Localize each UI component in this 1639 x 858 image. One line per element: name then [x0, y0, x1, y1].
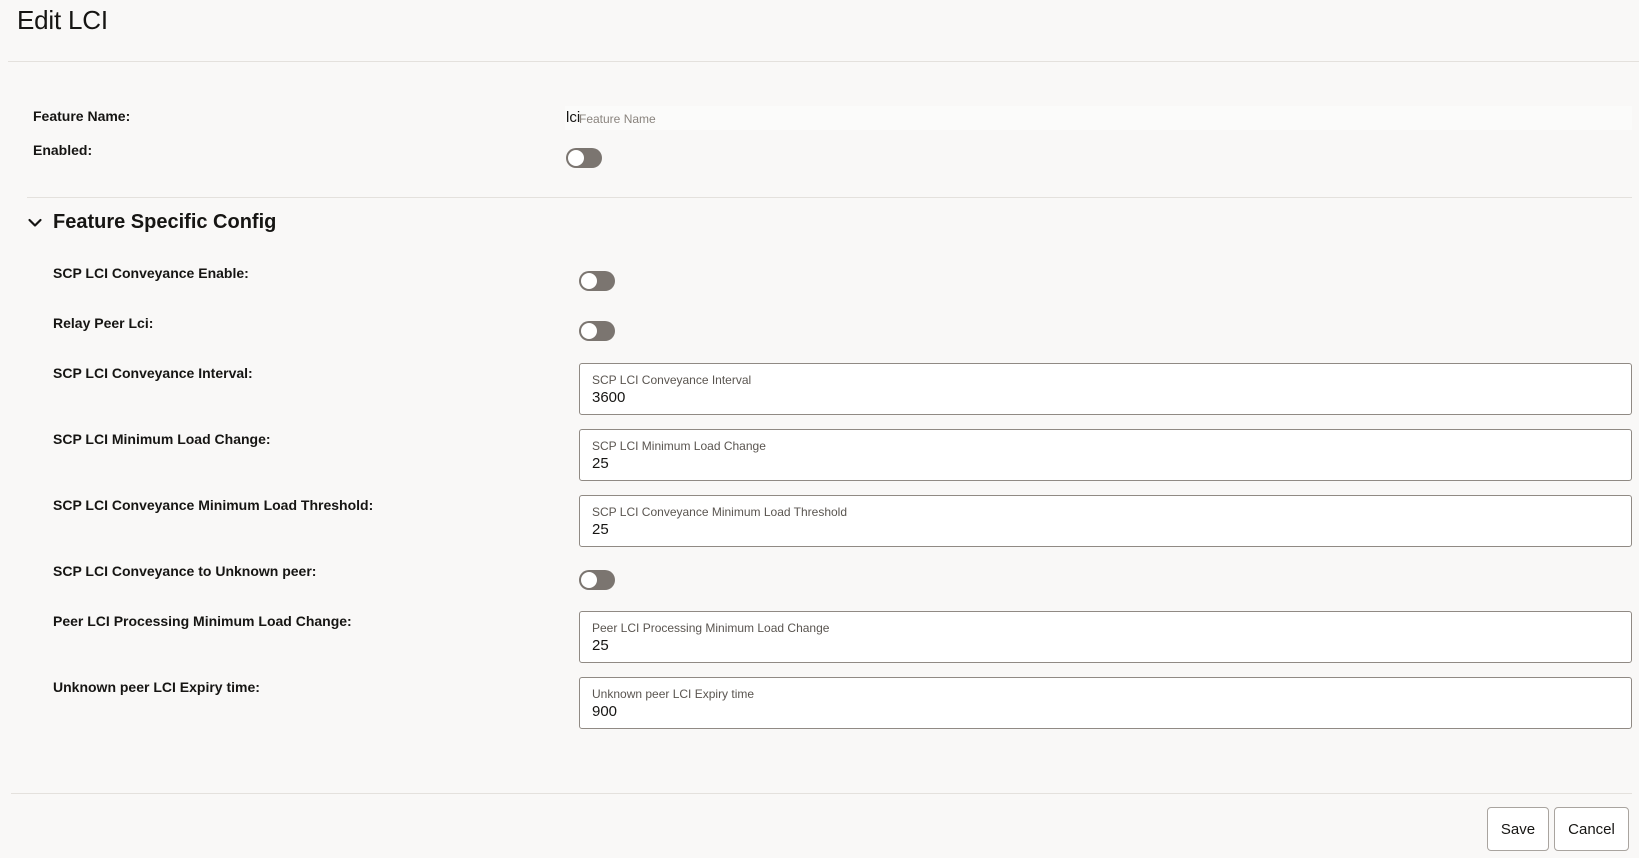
conveyance-interval-field-label: SCP LCI Conveyance Interval [592, 373, 752, 387]
toggle-knob [568, 150, 584, 166]
min-load-change-label: SCP LCI Minimum Load Change: [53, 431, 271, 447]
conveyance-unknown-peer-label: SCP LCI Conveyance to Unknown peer: [53, 563, 317, 579]
enabled-toggle[interactable] [566, 148, 602, 168]
save-button[interactable]: Save [1487, 807, 1549, 851]
unknown-peer-expiry-label: Unknown peer LCI Expiry time: [53, 679, 260, 695]
toggle-knob [581, 273, 597, 289]
feature-name-placeholder: Feature Name [579, 112, 656, 126]
peer-min-load-change-field[interactable]: Peer LCI Processing Minimum Load Change … [579, 611, 1632, 663]
conveyance-interval-field[interactable]: SCP LCI Conveyance Interval 3600 [579, 363, 1632, 415]
cancel-button[interactable]: Cancel [1554, 807, 1629, 851]
unknown-peer-expiry-value: 900 [592, 703, 618, 720]
min-load-threshold-field[interactable]: SCP LCI Conveyance Minimum Load Threshol… [579, 495, 1632, 547]
section-header-feature-specific-config[interactable]: Feature Specific Config [27, 211, 276, 234]
scp-conveyance-enable-label: SCP LCI Conveyance Enable: [53, 265, 249, 281]
section-divider [27, 197, 1632, 198]
section-title: Feature Specific Config [53, 211, 277, 233]
feature-name-label: Feature Name: [33, 108, 131, 124]
toggle-knob [581, 572, 597, 588]
chevron-down-icon [28, 218, 42, 227]
min-load-threshold-label: SCP LCI Conveyance Minimum Load Threshol… [53, 497, 374, 513]
page-title: Edit LCI [17, 5, 108, 35]
min-load-threshold-field-label: SCP LCI Conveyance Minimum Load Threshol… [592, 505, 848, 519]
unknown-peer-expiry-field-label: Unknown peer LCI Expiry time [592, 687, 755, 701]
relay-peer-lci-toggle[interactable] [579, 321, 615, 341]
peer-min-load-change-value: 25 [592, 637, 609, 654]
toggle-knob [581, 323, 597, 339]
enabled-label: Enabled: [33, 142, 93, 158]
min-load-change-value: 25 [592, 455, 609, 472]
conveyance-unknown-peer-toggle[interactable] [579, 570, 615, 590]
min-load-threshold-value: 25 [592, 521, 609, 538]
min-load-change-field-label: SCP LCI Minimum Load Change [592, 439, 766, 453]
conveyance-interval-value: 3600 [592, 389, 626, 406]
feature-name-input[interactable]: lci Feature Name [565, 106, 1632, 130]
footer-divider [11, 793, 1632, 794]
peer-min-load-change-label: Peer LCI Processing Minimum Load Change: [53, 613, 352, 629]
relay-peer-lci-label: Relay Peer Lci: [53, 315, 154, 331]
min-load-change-field[interactable]: SCP LCI Minimum Load Change 25 [579, 429, 1632, 481]
unknown-peer-expiry-field[interactable]: Unknown peer LCI Expiry time 900 [579, 677, 1632, 729]
header-divider [8, 61, 1639, 62]
scp-conveyance-enable-toggle[interactable] [579, 271, 615, 291]
conveyance-interval-label: SCP LCI Conveyance Interval: [53, 365, 253, 381]
peer-min-load-change-field-label: Peer LCI Processing Minimum Load Change [592, 621, 830, 635]
